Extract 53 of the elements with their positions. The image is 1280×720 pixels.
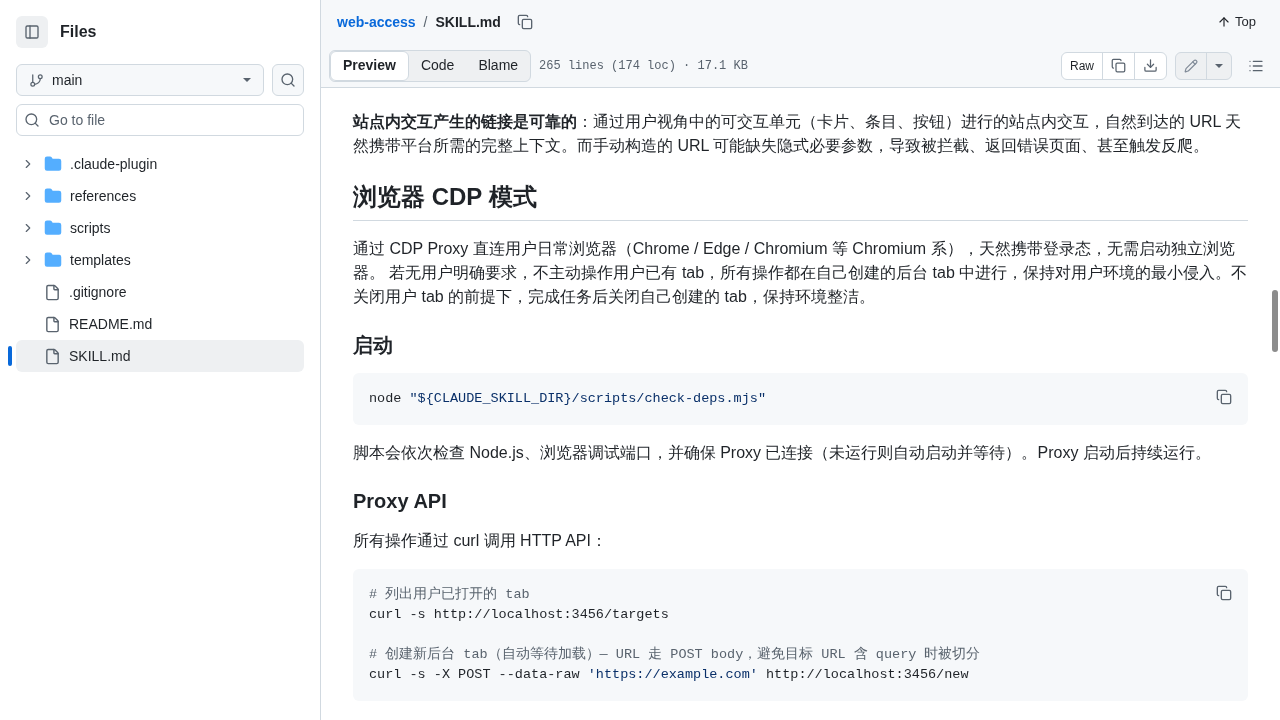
copy-icon bbox=[1216, 585, 1232, 601]
selection-indicator bbox=[8, 346, 12, 366]
code-line: # 创建新后台 tab（自动等待加载）— URL 走 POST body，避免目标 URL 含 query 时被切分 bbox=[369, 645, 981, 664]
file-tree-item[interactable]: .gitignore bbox=[16, 276, 304, 308]
arrow-up-icon bbox=[1217, 15, 1232, 29]
paragraph: 脚本会依次检查 Node.js、浏览器调试端口，并确保 Proxy 已连接（未运行则自动启动并等待）。Proxy 启动后持续运行。 bbox=[353, 443, 1212, 463]
copy-icon bbox=[516, 14, 533, 30]
paragraph: 通过 CDP Proxy 直连用户日常浏览器（Chrome / Edge / Chromium 等 Chromium 系），天然携带登录态，无需启动独立浏览器。 若无用户明确要求，不主动操作用户已有 tab，所有操作都在自己创建的后台 tab 中进行，保持对用户环境的最小侵入。不关闭用户 tab 的前提下，完成任务后关闭自己创建的 tab，保持环境整洁。 bbox=[353, 239, 1248, 307]
file-tree-item[interactable]: templates bbox=[16, 244, 304, 276]
repo-link[interactable]: web-access bbox=[337, 11, 416, 33]
sidebar-title: Files bbox=[60, 22, 97, 42]
search-icon bbox=[280, 72, 296, 88]
path-separator: / bbox=[423, 12, 428, 32]
paragraph: 站点内交互产生的链接是可靠的：通过用户视角中的可交互单元（卡片、条目、按钮）进行的站点内交互，自然到达的 URL 天然携带平台所需的完整上下文。而手动构造的 URL 可能缺失隐式必要参数，导致被拦截、返回错误页面、甚至触发反爬。 bbox=[353, 112, 1243, 156]
code-line: curl -s -X POST --data-raw 'https://example.com' http://localhost:3456/new bbox=[369, 666, 969, 684]
file-tree-item[interactable]: scripts bbox=[16, 212, 304, 244]
collapse-sidebar-button[interactable] bbox=[16, 16, 48, 48]
file-info: 265 lines (174 loc) · 17.1 KB bbox=[539, 57, 748, 75]
search-button[interactable] bbox=[272, 64, 304, 96]
top-button[interactable]: Top bbox=[1217, 12, 1256, 32]
search-icon bbox=[24, 112, 40, 128]
file-tree-item[interactable]: .claude-plugin bbox=[16, 148, 304, 180]
file-tree-item[interactable]: README.md bbox=[16, 308, 304, 340]
file-icon bbox=[44, 283, 61, 301]
view-tab[interactable]: Code bbox=[408, 50, 467, 81]
code-line: node "${CLAUDE_SKILL_DIR}/scripts/check-deps.mjs" bbox=[369, 390, 766, 408]
code-line: # 列出用户已打开的 tab bbox=[369, 585, 530, 604]
go-to-file-field[interactable]: Go to file bbox=[16, 104, 304, 136]
folder-icon bbox=[44, 187, 62, 205]
pencil-icon bbox=[1184, 58, 1198, 73]
file-tree-item[interactable]: references bbox=[16, 180, 304, 212]
copy-icon bbox=[1216, 389, 1232, 405]
copy-path-button[interactable] bbox=[516, 14, 533, 30]
file-name: SKILL.md bbox=[435, 12, 501, 32]
file-tree-item[interactable]: SKILL.md bbox=[16, 340, 304, 372]
file-icon bbox=[44, 315, 61, 333]
paragraph: 所有操作通过 curl 调用 HTTP API： bbox=[353, 531, 608, 551]
copy-icon bbox=[1111, 58, 1126, 73]
download-icon bbox=[1143, 58, 1158, 73]
scrollbar-thumb[interactable] bbox=[1272, 290, 1278, 352]
view-tab[interactable]: Preview bbox=[330, 50, 409, 81]
folder-icon bbox=[44, 155, 62, 173]
view-tab[interactable]: Blame bbox=[466, 50, 531, 81]
folder-icon bbox=[44, 219, 62, 237]
code-line: curl -s http://localhost:3456/targets bbox=[369, 606, 669, 624]
branch-icon bbox=[29, 72, 44, 88]
file-icon bbox=[44, 347, 61, 365]
branch-selector[interactable]: main bbox=[16, 64, 264, 96]
subsection-heading: Proxy API bbox=[353, 489, 448, 513]
folder-icon bbox=[44, 251, 62, 269]
section-heading: 浏览器 CDP 模式 bbox=[353, 182, 1248, 221]
subsection-heading: 启动 bbox=[353, 333, 394, 357]
sidebar-panel-icon bbox=[24, 24, 40, 40]
